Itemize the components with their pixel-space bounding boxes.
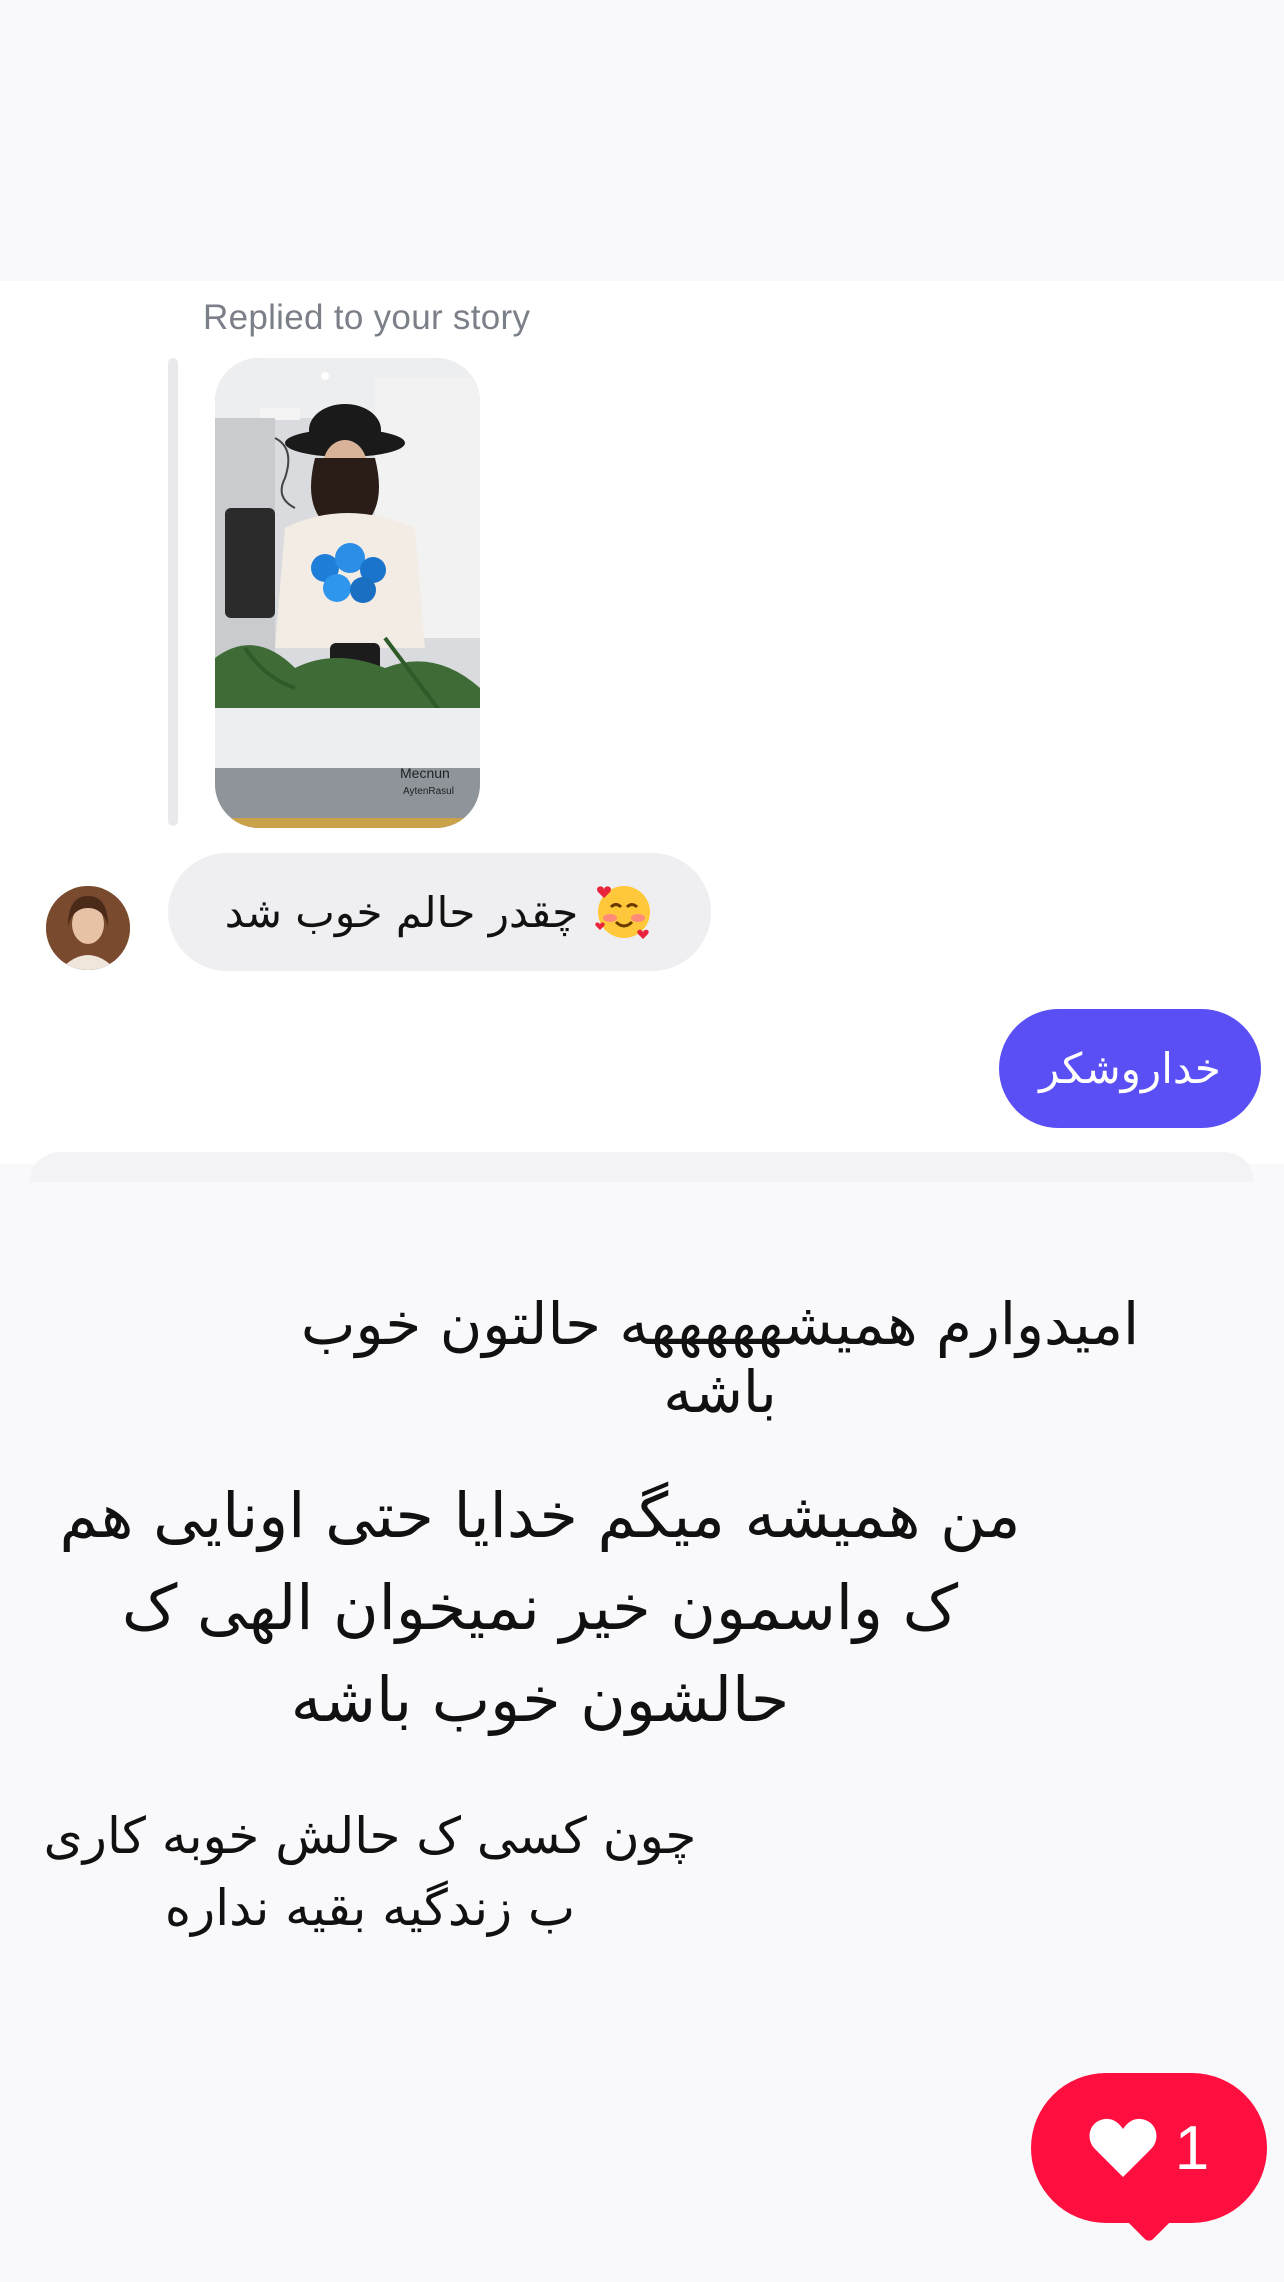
sender-avatar[interactable]	[46, 886, 130, 970]
like-count: 1	[1174, 2113, 1210, 2183]
story-sheet-edge	[30, 1152, 1254, 1182]
incoming-message-text: چقدر حالم خوب شد	[224, 887, 579, 937]
story-thumbnail-image: Mecnun AytenRasul	[215, 358, 480, 828]
outgoing-message-text: خداروشکر	[1039, 1044, 1221, 1093]
reply-quote-bar	[168, 358, 178, 826]
smiling-face-with-hearts-icon	[594, 882, 654, 942]
thumbnail-caption-2: AytenRasul	[403, 786, 454, 797]
reply-to-story-label: Replied to your story	[203, 298, 531, 337]
outgoing-message-bubble[interactable]: خداروشکر	[999, 1009, 1261, 1128]
like-count-badge[interactable]: 1	[1031, 2073, 1267, 2223]
story-text-line-2: من همیشه میگم خدایا حتی اونایی هم ک واسم…	[59, 1479, 1021, 1736]
heart-icon	[1089, 2118, 1157, 2177]
incoming-message-bubble[interactable]: چقدر حالم خوب شد	[168, 853, 711, 971]
thumbnail-caption-1: Mecnun	[400, 765, 450, 781]
story-thumbnail[interactable]: Mecnun AytenRasul	[215, 358, 480, 828]
top-blank-area	[0, 0, 1284, 281]
story-text-line-1: امیدوارم همیشهههههه حالتون خوب باشه	[300, 1290, 1140, 1426]
story-text-line-3: چون کسی ک حالش خوبه کاری ب زندگیه بقیه ن…	[43, 1807, 697, 1937]
message-thread: Replied to your story Mecnun AytenRasul …	[0, 281, 1284, 1164]
